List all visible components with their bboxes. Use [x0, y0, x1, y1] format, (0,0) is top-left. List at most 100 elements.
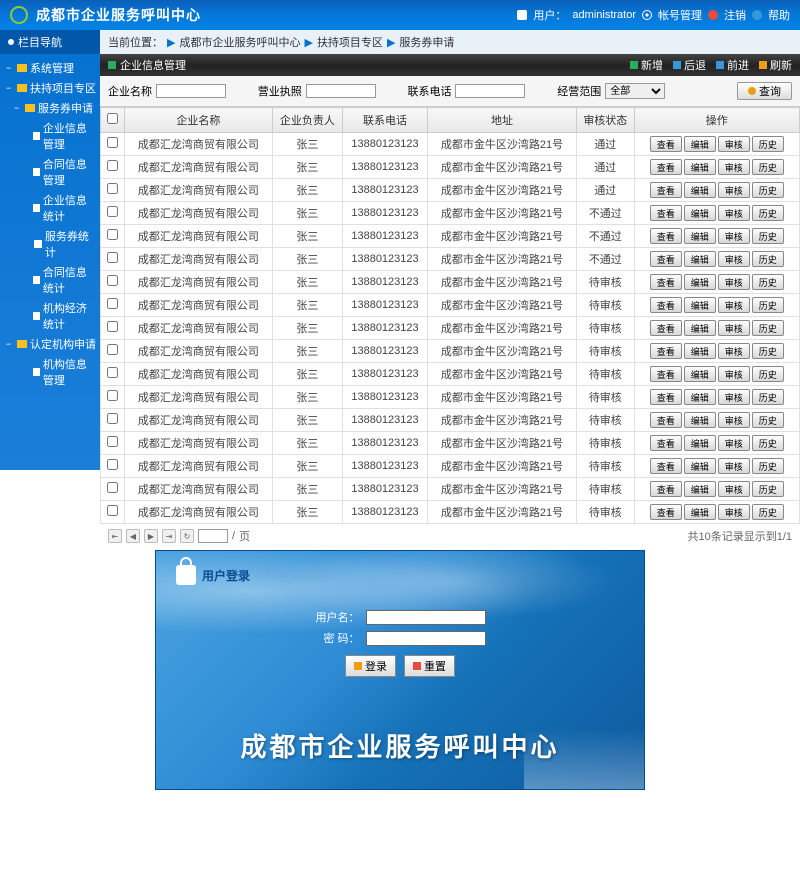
audit-button[interactable]: 审核	[718, 435, 750, 451]
more-button[interactable]: 历史	[752, 136, 784, 152]
search-button[interactable]: 查询	[737, 82, 792, 100]
more-button[interactable]: 历史	[752, 504, 784, 520]
edit-button[interactable]: 编辑	[684, 412, 716, 428]
audit-button[interactable]: 审核	[718, 159, 750, 175]
row-checkbox[interactable]	[107, 436, 118, 447]
audit-button[interactable]: 审核	[718, 366, 750, 382]
row-checkbox[interactable]	[107, 229, 118, 240]
tree-item[interactable]: −服务券申请	[4, 98, 96, 118]
view-button[interactable]: 查看	[650, 389, 682, 405]
row-checkbox[interactable]	[107, 137, 118, 148]
breadcrumb-item[interactable]: 扶持项目专区	[317, 34, 383, 50]
view-button[interactable]: 查看	[650, 297, 682, 313]
filter-name-input[interactable]	[156, 84, 226, 98]
back-button[interactable]: 后退	[673, 57, 706, 73]
edit-button[interactable]: 编辑	[684, 228, 716, 244]
row-checkbox[interactable]	[107, 344, 118, 355]
filter-phone-input[interactable]	[455, 84, 525, 98]
page-next-button[interactable]: ▶	[144, 529, 158, 543]
view-button[interactable]: 查看	[650, 458, 682, 474]
more-button[interactable]: 历史	[752, 458, 784, 474]
expand-icon[interactable]: −	[6, 83, 14, 93]
more-button[interactable]: 历史	[752, 412, 784, 428]
audit-button[interactable]: 审核	[718, 205, 750, 221]
row-checkbox[interactable]	[107, 482, 118, 493]
breadcrumb-item[interactable]: 成都市企业服务呼叫中心	[179, 34, 300, 50]
audit-button[interactable]: 审核	[718, 320, 750, 336]
audit-button[interactable]: 审核	[718, 228, 750, 244]
audit-button[interactable]: 审核	[718, 458, 750, 474]
tree-item[interactable]: 企业信息管理	[4, 118, 96, 154]
more-button[interactable]: 历史	[752, 205, 784, 221]
edit-button[interactable]: 编辑	[684, 159, 716, 175]
audit-button[interactable]: 审核	[718, 274, 750, 290]
filter-scope-select[interactable]: 全部	[605, 83, 665, 99]
row-checkbox[interactable]	[107, 206, 118, 217]
tree-item[interactable]: −扶持项目专区	[4, 78, 96, 98]
more-button[interactable]: 历史	[752, 435, 784, 451]
tree-item[interactable]: 服务券统计	[4, 226, 96, 262]
view-button[interactable]: 查看	[650, 504, 682, 520]
audit-button[interactable]: 审核	[718, 343, 750, 359]
view-button[interactable]: 查看	[650, 343, 682, 359]
help-link[interactable]: 帮助	[768, 7, 790, 23]
filter-license-input[interactable]	[306, 84, 376, 98]
row-checkbox[interactable]	[107, 367, 118, 378]
edit-button[interactable]: 编辑	[684, 481, 716, 497]
row-checkbox[interactable]	[107, 298, 118, 309]
edit-button[interactable]: 编辑	[684, 320, 716, 336]
edit-button[interactable]: 编辑	[684, 251, 716, 267]
audit-button[interactable]: 审核	[718, 182, 750, 198]
edit-button[interactable]: 编辑	[684, 343, 716, 359]
edit-button[interactable]: 编辑	[684, 389, 716, 405]
row-checkbox[interactable]	[107, 459, 118, 470]
row-checkbox[interactable]	[107, 160, 118, 171]
page-prev-button[interactable]: ◀	[126, 529, 140, 543]
view-button[interactable]: 查看	[650, 481, 682, 497]
tree-item[interactable]: 合同信息管理	[4, 154, 96, 190]
tree-item[interactable]: −系统管理	[4, 58, 96, 78]
account-link[interactable]: 帐号管理	[658, 7, 702, 23]
expand-icon[interactable]: −	[14, 103, 22, 113]
password-input[interactable]	[366, 631, 486, 646]
page-refresh-button[interactable]: ↻	[180, 529, 194, 543]
view-button[interactable]: 查看	[650, 228, 682, 244]
tree-item[interactable]: 机构经济统计	[4, 298, 96, 334]
more-button[interactable]: 历史	[752, 343, 784, 359]
view-button[interactable]: 查看	[650, 274, 682, 290]
edit-button[interactable]: 编辑	[684, 366, 716, 382]
tree-item[interactable]: 机构信息管理	[4, 354, 96, 390]
view-button[interactable]: 查看	[650, 182, 682, 198]
view-button[interactable]: 查看	[650, 435, 682, 451]
breadcrumb-item[interactable]: 服务券申请	[399, 34, 454, 50]
row-checkbox[interactable]	[107, 321, 118, 332]
username-input[interactable]	[366, 610, 486, 625]
refresh-button[interactable]: 刷新	[759, 57, 792, 73]
audit-button[interactable]: 审核	[718, 481, 750, 497]
more-button[interactable]: 历史	[752, 182, 784, 198]
reset-button[interactable]: 重置	[404, 655, 455, 677]
more-button[interactable]: 历史	[752, 159, 784, 175]
edit-button[interactable]: 编辑	[684, 205, 716, 221]
tree-item[interactable]: −认定机构申请	[4, 334, 96, 354]
more-button[interactable]: 历史	[752, 251, 784, 267]
audit-button[interactable]: 审核	[718, 389, 750, 405]
select-all-checkbox[interactable]	[107, 113, 118, 124]
audit-button[interactable]: 审核	[718, 504, 750, 520]
more-button[interactable]: 历史	[752, 274, 784, 290]
more-button[interactable]: 历史	[752, 228, 784, 244]
audit-button[interactable]: 审核	[718, 297, 750, 313]
more-button[interactable]: 历史	[752, 481, 784, 497]
view-button[interactable]: 查看	[650, 366, 682, 382]
more-button[interactable]: 历史	[752, 389, 784, 405]
audit-button[interactable]: 审核	[718, 136, 750, 152]
edit-button[interactable]: 编辑	[684, 297, 716, 313]
audit-button[interactable]: 审核	[718, 412, 750, 428]
page-first-button[interactable]: ⇤	[108, 529, 122, 543]
add-button[interactable]: 新增	[630, 57, 663, 73]
row-checkbox[interactable]	[107, 413, 118, 424]
edit-button[interactable]: 编辑	[684, 274, 716, 290]
row-checkbox[interactable]	[107, 505, 118, 516]
view-button[interactable]: 查看	[650, 136, 682, 152]
more-button[interactable]: 历史	[752, 320, 784, 336]
